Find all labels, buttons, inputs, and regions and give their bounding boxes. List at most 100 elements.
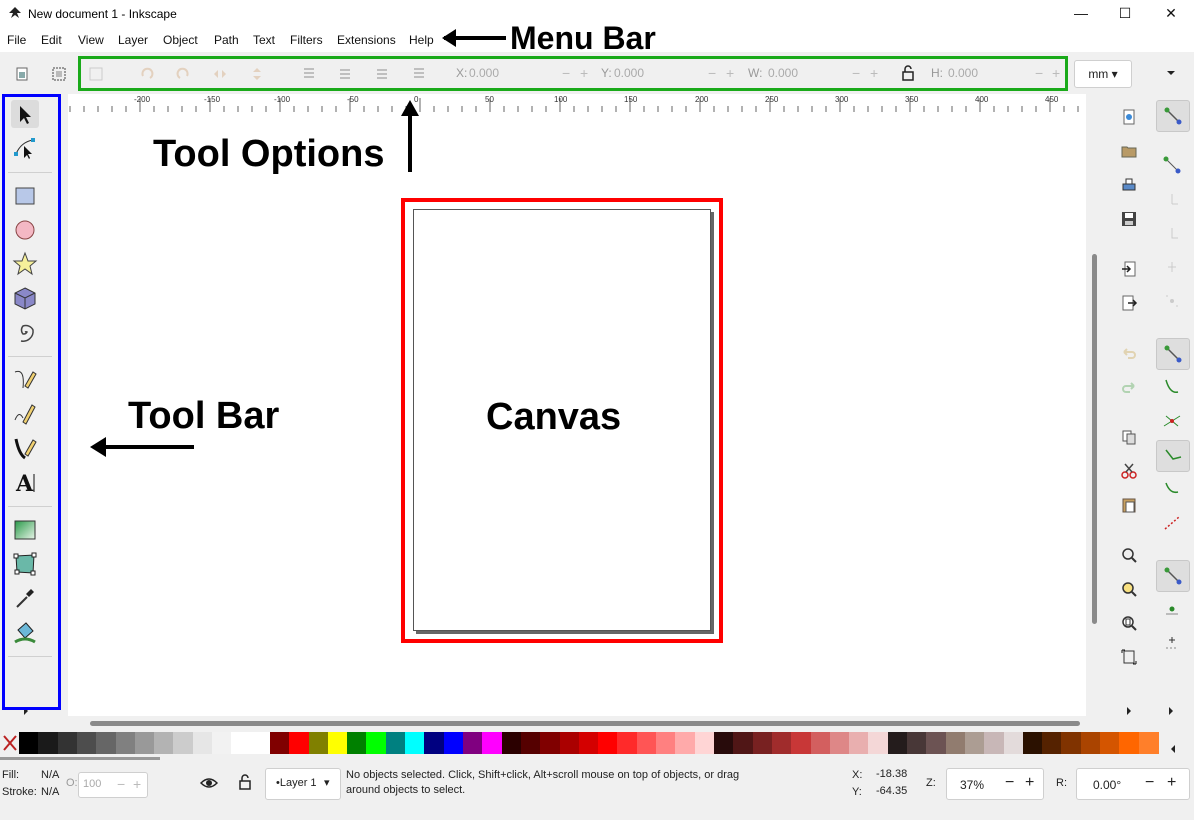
no-paint-icon[interactable] <box>2 734 18 752</box>
redo-icon[interactable] <box>1120 378 1138 396</box>
color-swatch[interactable] <box>405 732 426 754</box>
color-swatch[interactable] <box>347 732 368 754</box>
snap-bbox-button[interactable] <box>1156 150 1188 180</box>
import-icon[interactable] <box>1120 260 1138 278</box>
color-swatch[interactable] <box>1080 732 1101 754</box>
color-swatch[interactable] <box>559 732 580 754</box>
color-swatch[interactable] <box>173 732 194 754</box>
unit-select[interactable]: mm ▾ <box>1074 60 1132 88</box>
color-swatch[interactable] <box>829 732 850 754</box>
color-swatch[interactable] <box>443 732 464 754</box>
color-swatch[interactable] <box>212 732 233 754</box>
zoom-out-button[interactable]: − <box>1005 774 1014 792</box>
color-swatch[interactable] <box>250 732 271 754</box>
menu-help[interactable]: Help <box>409 33 434 47</box>
copy-icon[interactable] <box>1120 428 1138 446</box>
snap-bbox-corner-button[interactable] <box>1156 218 1188 248</box>
close-button[interactable]: ✕ <box>1148 2 1194 26</box>
snap-midpoints-button[interactable] <box>1156 508 1188 538</box>
chevron-right-icon[interactable] <box>1124 706 1134 716</box>
color-swatch[interactable] <box>926 732 947 754</box>
opacity-value[interactable]: 100 <box>83 778 101 790</box>
color-swatch[interactable] <box>791 732 812 754</box>
lock-icon[interactable] <box>238 774 252 790</box>
opacity-spinbox[interactable]: 100 − + <box>78 772 148 798</box>
export-icon[interactable] <box>1120 294 1138 312</box>
cut-icon[interactable] <box>1120 462 1138 480</box>
zoom-spinbox[interactable]: 37% − + <box>946 768 1044 800</box>
color-swatch[interactable] <box>945 732 966 754</box>
menu-extensions[interactable]: Extensions <box>337 33 396 47</box>
enable-snapping-button[interactable] <box>1156 100 1190 132</box>
menu-edit[interactable]: Edit <box>41 33 62 47</box>
snap-intersection-button[interactable] <box>1156 406 1188 436</box>
color-swatch[interactable] <box>771 732 792 754</box>
color-swatch[interactable] <box>656 732 677 754</box>
open-folder-icon[interactable] <box>1120 142 1138 160</box>
zoom-in-button[interactable]: + <box>1025 774 1034 792</box>
color-swatch[interactable] <box>308 732 329 754</box>
snap-cusp-nodes-button[interactable] <box>1156 440 1190 472</box>
color-swatch[interactable] <box>578 732 599 754</box>
vertical-scroll-thumb[interactable] <box>1092 254 1097 624</box>
color-swatch[interactable] <box>269 732 290 754</box>
color-swatch[interactable] <box>984 732 1005 754</box>
color-swatch[interactable] <box>1042 732 1063 754</box>
zoom-value[interactable]: 37% <box>960 778 984 792</box>
rotate-spinbox[interactable]: 0.00° − + <box>1076 768 1190 800</box>
chevron-down-icon[interactable] <box>1165 68 1177 78</box>
color-swatch[interactable] <box>1022 732 1043 754</box>
maximize-button[interactable]: ☐ <box>1102 2 1148 26</box>
save-icon[interactable] <box>1120 210 1138 228</box>
color-swatch[interactable] <box>540 732 561 754</box>
color-swatch[interactable] <box>675 732 696 754</box>
paste-icon[interactable] <box>1120 496 1138 514</box>
horizontal-scrollbar[interactable] <box>68 716 1086 730</box>
color-swatch[interactable] <box>327 732 348 754</box>
color-swatch[interactable] <box>289 732 310 754</box>
snap-bbox-center-button[interactable] <box>1156 286 1188 316</box>
color-swatch[interactable] <box>752 732 773 754</box>
color-swatch[interactable] <box>1100 732 1121 754</box>
color-swatch[interactable] <box>907 732 928 754</box>
color-swatch[interactable] <box>1003 732 1024 754</box>
color-swatch[interactable] <box>231 732 252 754</box>
zoom-selection-icon[interactable] <box>1120 546 1138 564</box>
color-swatch[interactable] <box>733 732 754 754</box>
snap-bbox-midpoint-button[interactable] <box>1156 252 1188 282</box>
color-swatch[interactable] <box>154 732 175 754</box>
menu-filters[interactable]: Filters <box>290 33 323 47</box>
color-swatch[interactable] <box>134 732 155 754</box>
minimize-button[interactable]: — <box>1058 2 1104 26</box>
opacity-increment-button[interactable]: + <box>133 776 141 792</box>
snap-smooth-nodes-button[interactable] <box>1156 474 1188 504</box>
zoom-page-icon[interactable] <box>1120 614 1138 632</box>
color-swatch[interactable] <box>636 732 657 754</box>
undo-icon[interactable] <box>1120 344 1138 362</box>
color-swatch[interactable] <box>76 732 97 754</box>
color-swatch[interactable] <box>115 732 136 754</box>
vertical-scrollbar[interactable] <box>1086 94 1104 716</box>
color-swatch[interactable] <box>868 732 889 754</box>
color-swatch[interactable] <box>1138 732 1159 754</box>
color-swatch[interactable] <box>598 732 619 754</box>
snap-bbox-edge-button[interactable] <box>1156 184 1188 214</box>
menu-view[interactable]: View <box>78 33 104 47</box>
snap-rotation-center-button[interactable] <box>1156 628 1188 658</box>
color-swatch[interactable] <box>1061 732 1082 754</box>
color-swatch[interactable] <box>192 732 213 754</box>
snap-object-center-button[interactable] <box>1156 594 1188 624</box>
color-swatch[interactable] <box>694 732 715 754</box>
horizontal-scroll-thumb[interactable] <box>90 721 1080 726</box>
color-swatch[interactable] <box>482 732 503 754</box>
color-swatch[interactable] <box>366 732 387 754</box>
print-icon[interactable] <box>1120 176 1138 194</box>
stroke-value[interactable]: N/A <box>41 786 59 798</box>
color-swatch[interactable] <box>849 732 870 754</box>
opacity-decrement-button[interactable]: − <box>117 776 125 792</box>
menu-layer[interactable]: Layer <box>118 33 148 47</box>
chevron-left-icon[interactable] <box>1168 744 1178 754</box>
color-swatch[interactable] <box>424 732 445 754</box>
eye-icon[interactable] <box>200 776 218 790</box>
snap-nodes-button[interactable] <box>1156 338 1190 370</box>
